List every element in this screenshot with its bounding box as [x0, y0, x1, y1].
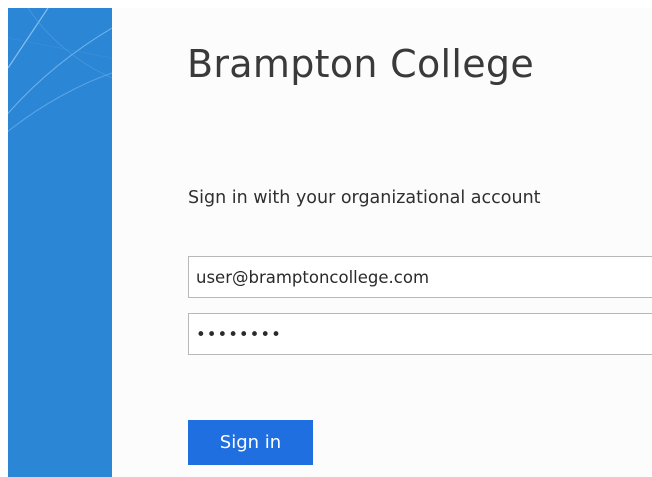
sign-in-page: Brampton College Sign in with your organ…	[0, 0, 652, 477]
password-input[interactable]	[188, 313, 652, 355]
decorative-lines-graphic	[8, 8, 112, 133]
sign-in-panel: Brampton College Sign in with your organ…	[112, 8, 652, 477]
username-input[interactable]	[188, 256, 652, 298]
sign-in-instructions: Sign in with your organizational account	[188, 188, 541, 208]
sign-in-button[interactable]: Sign in	[188, 420, 313, 465]
page-title: Brampton College	[187, 42, 535, 86]
sidebar-illustration	[8, 8, 112, 477]
